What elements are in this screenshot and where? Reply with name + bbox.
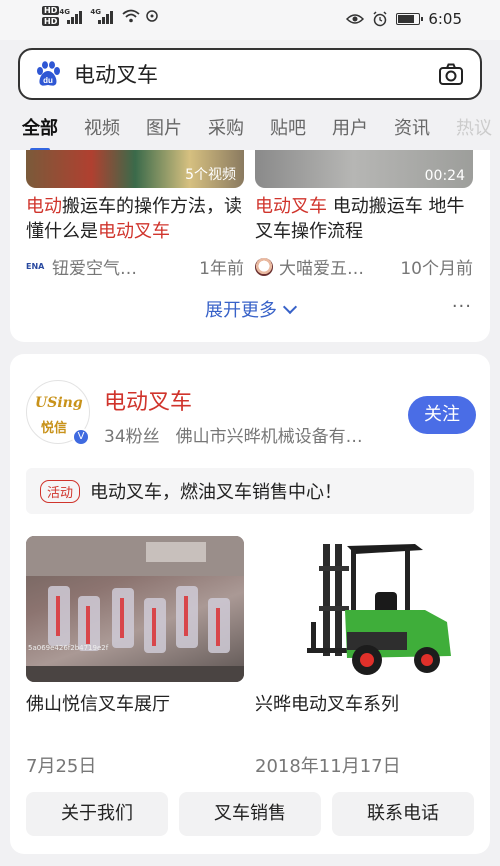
follow-button[interactable]: 关注	[408, 396, 476, 434]
image-caption: 5a069e426f2b4719e2f	[28, 644, 109, 652]
avatar-logo-text-cn: 悦信	[41, 421, 68, 436]
video-meta-2: 大喵爱五… 10个月前	[255, 254, 473, 279]
tab-images[interactable]: 图片	[146, 114, 182, 140]
post-date: 2018年11月17日	[255, 756, 401, 777]
about-us-button[interactable]: 关于我们	[26, 792, 168, 836]
tab-news[interactable]: 资讯	[394, 114, 430, 140]
tab-bar: 全部 视频 图片 采购 贴吧 用户 资讯 热议	[0, 104, 500, 150]
video-meta-1: ENA 钮爱空气… 1年前	[26, 254, 244, 279]
wifi-icon	[122, 9, 140, 23]
hd-label-1: HD	[42, 6, 60, 15]
tab-all[interactable]: 全部	[22, 114, 58, 150]
status-bar-left: HD HD 4G 4G	[42, 6, 159, 26]
title-highlight: 电动	[26, 196, 62, 217]
video-time: 1年前	[199, 259, 244, 279]
svg-text:du: du	[43, 76, 53, 85]
title-highlight: 电动叉车	[255, 196, 327, 217]
video-title-2[interactable]: 电动叉车 电动搬运车 地牛叉车操作流程	[255, 194, 473, 244]
source-avatar-icon	[255, 257, 273, 276]
contact-phone-button[interactable]: 联系电话	[332, 792, 474, 836]
avatar-logo-text: USing	[35, 395, 83, 411]
search-bar[interactable]: du 电动叉车	[18, 48, 482, 100]
hotspot-icon	[146, 10, 159, 22]
video-thumbnail-1[interactable]: 5个视频	[26, 150, 244, 188]
tab-tieba[interactable]: 贴吧	[270, 114, 306, 140]
account-name[interactable]: 电动叉车	[104, 384, 192, 416]
more-options-icon[interactable]: ···	[452, 296, 472, 317]
promo-tag: 活动	[40, 479, 81, 503]
hd-label-2: HD	[42, 17, 60, 26]
fans-count: 34粉丝	[104, 427, 160, 447]
video-results-card: 5个视频 00:24 电动搬运车的操作方法，读懂什么是电动叉车 电动叉车 电动搬…	[10, 150, 490, 342]
expand-more-button[interactable]: 展开更多	[10, 296, 490, 322]
post-image-showroom[interactable]: 5a069e426f2b4719e2f	[26, 536, 244, 682]
alarm-icon	[373, 11, 387, 27]
video-title-1[interactable]: 电动搬运车的操作方法，读懂什么是电动叉车	[26, 194, 244, 244]
forklift-sales-button[interactable]: 叉车销售	[179, 792, 321, 836]
account-card: USing 悦信 V 电动叉车 34粉丝 佛山市兴晔机械设备有… 关注 活动 电动…	[10, 354, 490, 854]
forklift-photo	[307, 544, 451, 675]
tab-hot[interactable]: 热议	[456, 114, 492, 140]
showroom-photo	[26, 536, 244, 682]
hd-icon: HD HD	[42, 6, 60, 26]
post-title[interactable]: 兴晔电动叉车系列	[255, 690, 399, 716]
video-time: 10个月前	[400, 259, 473, 279]
signal-icon-2: 4G	[90, 8, 114, 24]
battery-icon	[396, 13, 424, 25]
network-label-2: 4G	[90, 8, 101, 16]
promo-banner[interactable]: 活动 电动叉车，燃油叉车销售中心！	[26, 468, 474, 514]
verified-badge-icon: V	[72, 428, 90, 446]
status-time: 6:05	[428, 10, 462, 28]
status-bar: HD HD 4G 4G 6:05	[0, 0, 500, 40]
video-source[interactable]: 大喵爱五…	[279, 254, 364, 279]
video-thumbnail-2[interactable]: 00:24	[255, 150, 473, 188]
chevron-down-icon	[282, 299, 298, 315]
tab-purchase[interactable]: 采购	[208, 114, 244, 140]
battery-fill	[398, 15, 415, 23]
post-image-forklift[interactable]	[255, 536, 473, 682]
promo-text: 电动叉车，燃油叉车销售中心！	[90, 482, 343, 503]
baidu-paw-icon[interactable]: du	[34, 60, 62, 88]
search-input[interactable]: 电动叉车	[74, 59, 438, 89]
signal-icon: 4G	[59, 8, 83, 24]
tab-video[interactable]: 视频	[84, 114, 120, 140]
status-bar-right: 6:05	[346, 10, 462, 28]
title-highlight: 电动叉车	[98, 221, 170, 242]
post-title[interactable]: 佛山悦信叉车展厅	[26, 690, 170, 716]
tab-users[interactable]: 用户	[332, 114, 368, 140]
company-name: 佛山市兴晔机械设备有…	[175, 427, 363, 447]
video-count-badge: 5个视频	[185, 167, 236, 183]
account-meta: 34粉丝 佛山市兴晔机械设备有…	[104, 422, 394, 447]
eye-icon	[346, 14, 365, 24]
network-label-1: 4G	[59, 8, 70, 16]
video-duration-badge: 00:24	[424, 168, 465, 184]
post-date: 7月25日	[26, 756, 97, 777]
expand-more-label: 展开更多	[205, 300, 277, 321]
source-logo-icon: ENA	[26, 262, 45, 271]
video-source[interactable]: 钮爱空气…	[52, 254, 137, 279]
camera-icon[interactable]	[438, 62, 464, 86]
